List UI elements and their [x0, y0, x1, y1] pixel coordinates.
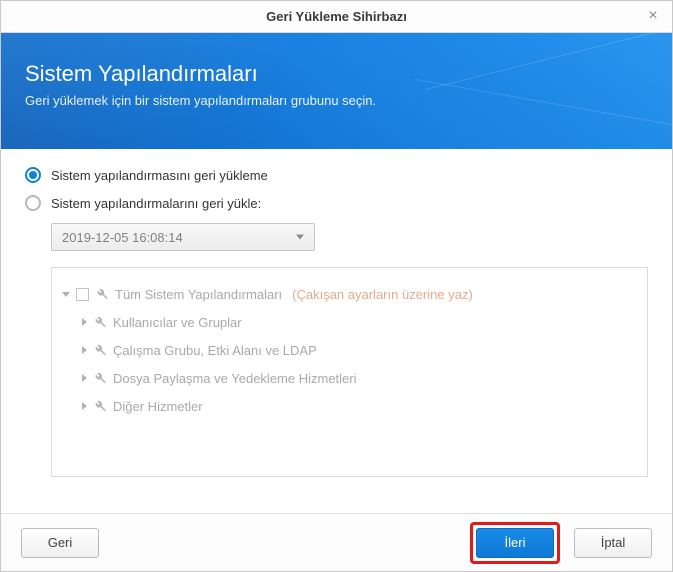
next-button[interactable]: İleri [476, 528, 554, 558]
radio-icon [25, 167, 41, 183]
wrench-icon [93, 315, 107, 329]
wrench-icon [95, 287, 109, 301]
radio-label: Sistem yapılandırmalarını geri yükle: [51, 196, 261, 211]
tree-root-label: Tüm Sistem Yapılandırmaları [115, 287, 282, 302]
chevron-right-icon [82, 374, 87, 382]
tree-item-label: Kullanıcılar ve Gruplar [113, 315, 242, 330]
banner-subtitle: Geri yüklemek için bir sistem yapılandır… [25, 93, 648, 108]
chevron-right-icon [82, 346, 87, 354]
tree-item-label: Dosya Paylaşma ve Yedekleme Hizmetleri [113, 371, 357, 386]
radio-icon [25, 195, 41, 211]
wrench-icon [93, 399, 107, 413]
banner-title: Sistem Yapılandırmaları [25, 61, 648, 87]
wizard-footer: Geri İleri İptal [1, 513, 672, 571]
close-icon[interactable]: × [644, 7, 662, 25]
chevron-down-icon [62, 292, 70, 297]
chevron-right-icon [82, 318, 87, 326]
chevron-down-icon [296, 235, 304, 240]
wrench-icon [93, 343, 107, 357]
tree-item[interactable]: Çalışma Grubu, Etki Alanı ve LDAP [82, 336, 637, 364]
config-tree: Tüm Sistem Yapılandırmaları (Çakışan aya… [51, 267, 648, 477]
checkbox[interactable] [76, 288, 89, 301]
dropdown-value: 2019-12-05 16:08:14 [62, 230, 183, 245]
tree-root-note: (Çakışan ayarların üzerine yaz) [292, 287, 473, 302]
tree-item-label: Diğer Hizmetler [113, 399, 203, 414]
timestamp-dropdown[interactable]: 2019-12-05 16:08:14 [51, 223, 315, 251]
wizard-banner: Sistem Yapılandırmaları Geri yüklemek iç… [1, 33, 672, 149]
tree-root[interactable]: Tüm Sistem Yapılandırmaları (Çakışan aya… [62, 280, 637, 308]
titlebar: Geri Yükleme Sihirbazı × [1, 1, 672, 33]
radio-restore-config[interactable]: Sistem yapılandırmasını geri yükleme [25, 167, 648, 183]
wrench-icon [93, 371, 107, 385]
chevron-right-icon [82, 402, 87, 410]
cancel-button[interactable]: İptal [574, 528, 652, 558]
tree-item[interactable]: Diğer Hizmetler [82, 392, 637, 420]
tree-item[interactable]: Dosya Paylaşma ve Yedekleme Hizmetleri [82, 364, 637, 392]
next-button-highlight: İleri [470, 522, 560, 564]
radio-restore-configs[interactable]: Sistem yapılandırmalarını geri yükle: [25, 195, 648, 211]
wizard-content: Sistem yapılandırmasını geri yükleme Sis… [1, 149, 672, 477]
tree-item-label: Çalışma Grubu, Etki Alanı ve LDAP [113, 343, 317, 358]
window-title: Geri Yükleme Sihirbazı [266, 9, 407, 24]
radio-label: Sistem yapılandırmasını geri yükleme [51, 168, 268, 183]
back-button[interactable]: Geri [21, 528, 99, 558]
tree-item[interactable]: Kullanıcılar ve Gruplar [82, 308, 637, 336]
